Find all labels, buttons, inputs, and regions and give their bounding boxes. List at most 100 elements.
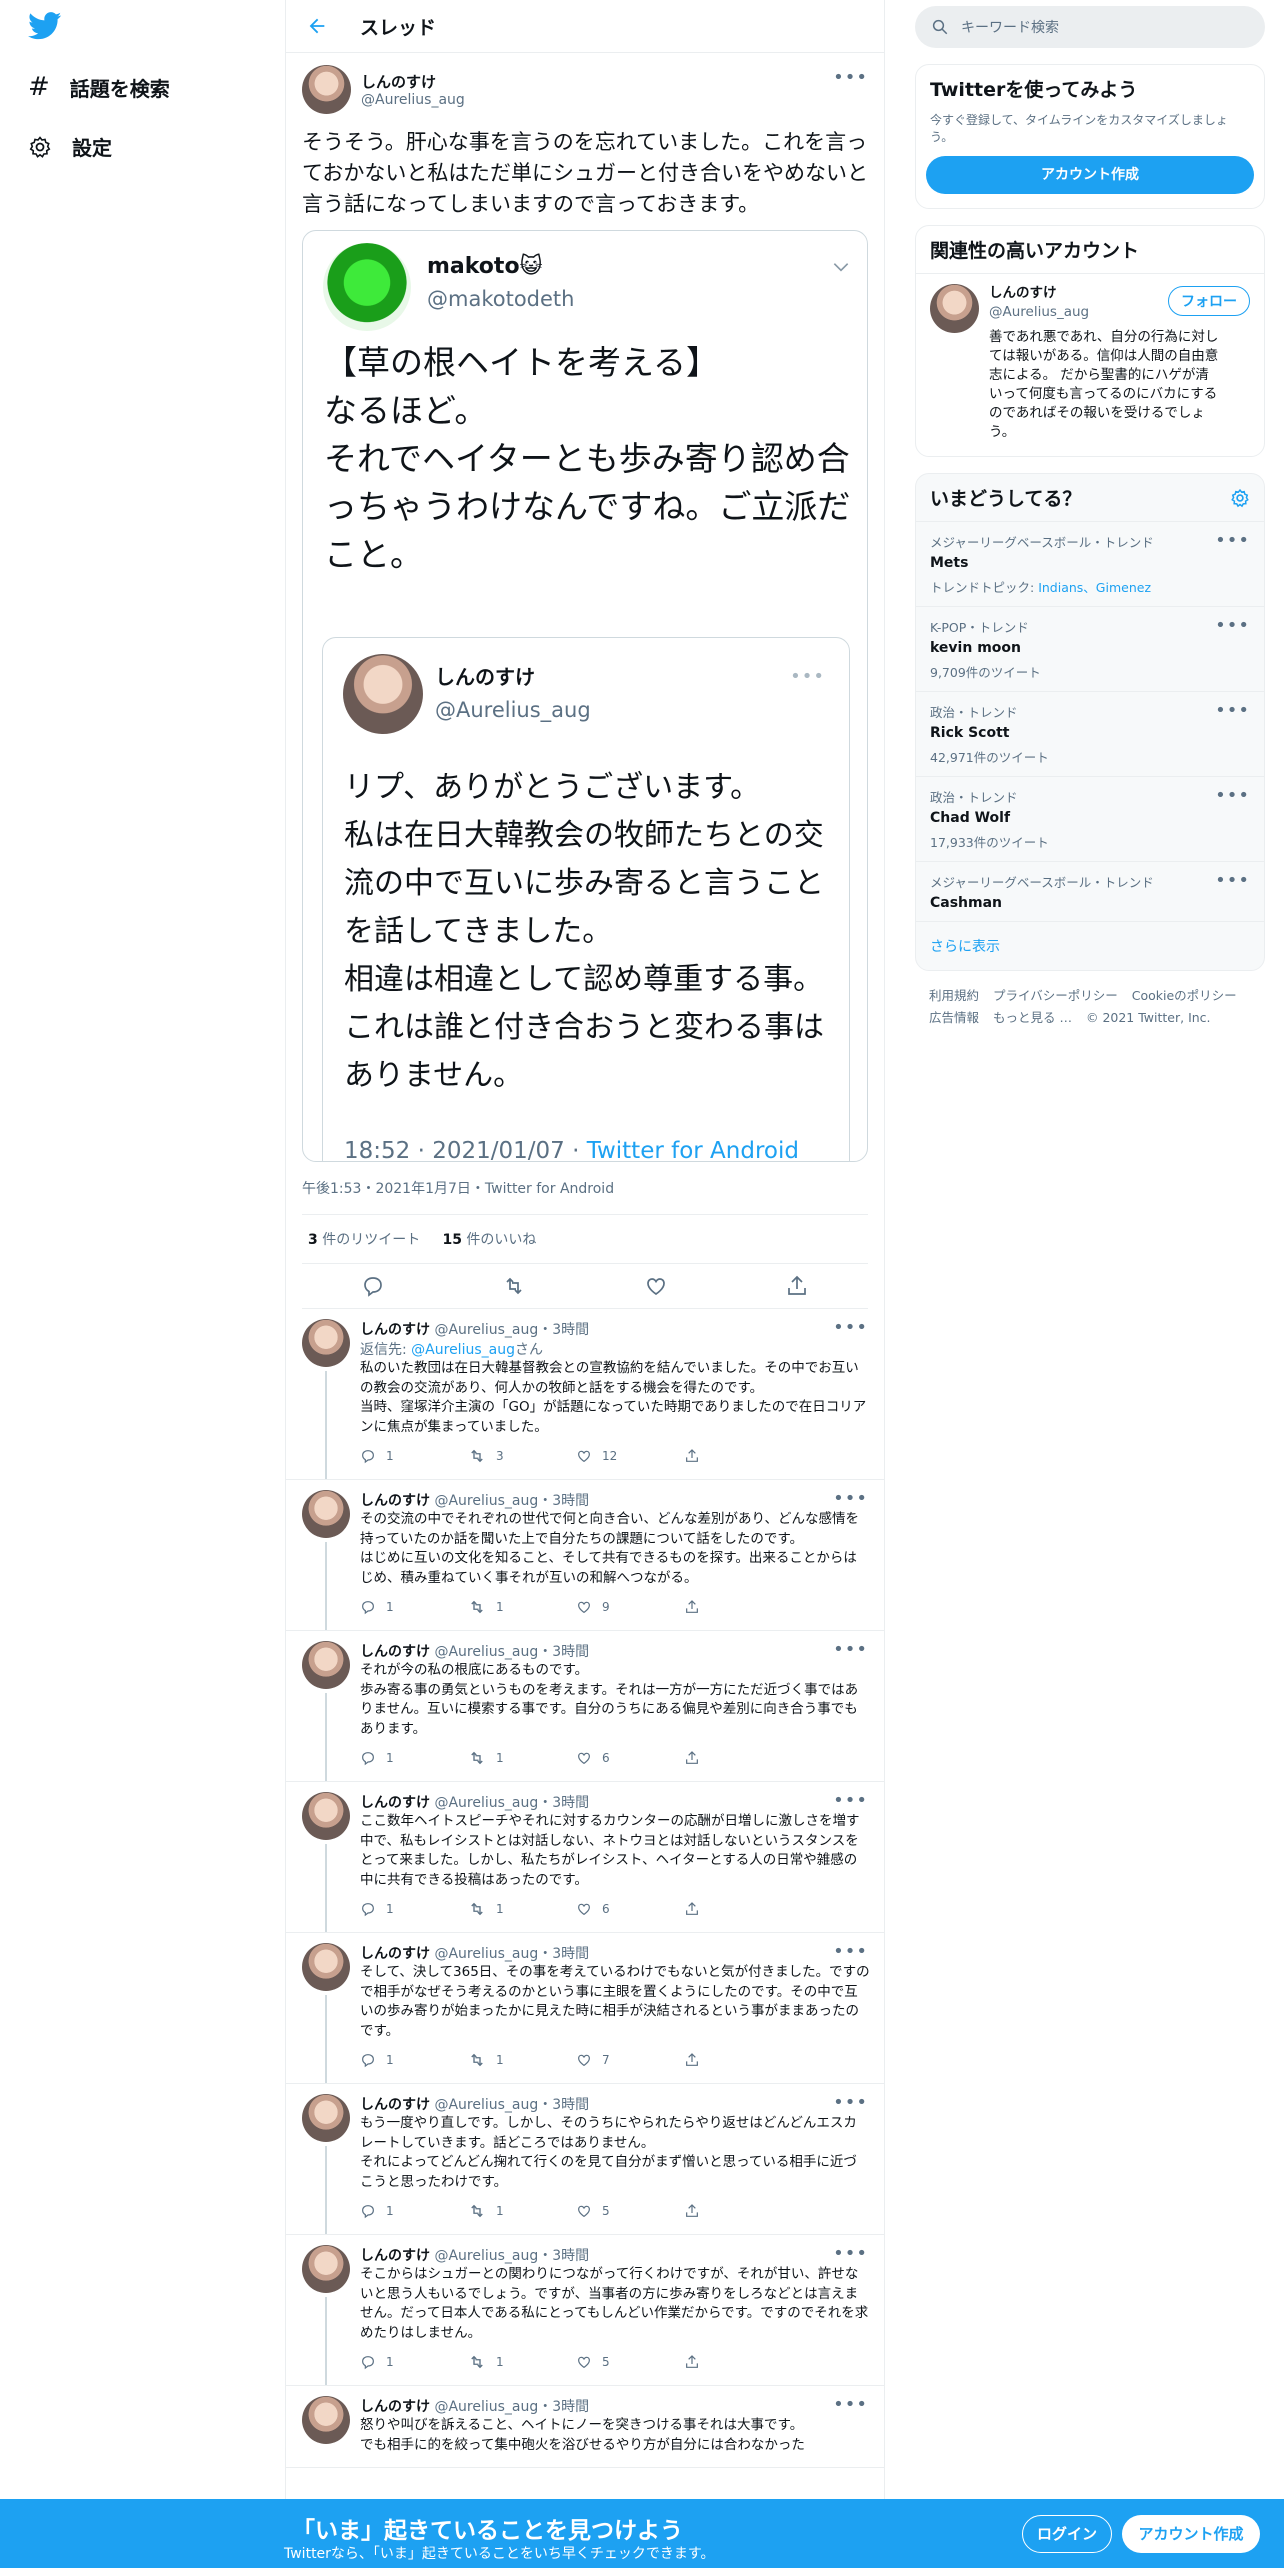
reply-author-name[interactable]: しんのすけ (360, 1946, 430, 1962)
share-button[interactable] (684, 2203, 792, 2219)
more-options-icon[interactable]: ••• (833, 2243, 868, 2264)
reply-tweet[interactable]: ••• しんのすけ @Aurelius_aug・3時間 ここ数年ヘイトスピーチやそれ… (286, 1782, 884, 1933)
reply-author-handle[interactable]: @Aurelius_aug (434, 1493, 538, 1509)
avatar[interactable] (302, 1641, 350, 1689)
share-button[interactable] (684, 1599, 792, 1615)
trend-item[interactable]: K-POP・トレンド kevin moon 9,709件のツイート ••• (916, 607, 1264, 692)
retweet-icon[interactable] (502, 1274, 526, 1298)
share-button[interactable] (684, 2354, 792, 2370)
retweet-button[interactable]: 1 (468, 1598, 576, 1616)
reply-button[interactable]: 1 (360, 2354, 468, 2370)
search-box[interactable]: キーワード検索 (915, 6, 1265, 48)
twitter-logo-icon[interactable] (28, 12, 62, 40)
share-button[interactable] (684, 1448, 792, 1464)
reply-tweet[interactable]: ••• しんのすけ @Aurelius_aug・3時間 それが今の私の根底にあるもの… (286, 1631, 884, 1782)
retweets-stat[interactable]: 3 件のリツイート (308, 1232, 420, 1248)
reply-tweet[interactable]: ••• しんのすけ @Aurelius_aug・3時間 もう一度やり直しです。しかし… (286, 2084, 884, 2235)
avatar[interactable] (302, 1792, 350, 1840)
reply-author-handle[interactable]: @Aurelius_aug (434, 1322, 538, 1338)
reply-author-handle[interactable]: @Aurelius_aug (434, 1644, 538, 1660)
more-options-icon[interactable]: ••• (833, 1639, 868, 1660)
reply-tweet[interactable]: ••• しんのすけ @Aurelius_aug・3時間 その交流の中でそれぞれの世代… (286, 1480, 884, 1631)
reply-time[interactable]: ・3時間 (538, 1795, 589, 1811)
privacy-link[interactable]: プライバシーポリシー (993, 988, 1118, 1003)
more-options-icon[interactable]: ••• (1215, 870, 1250, 891)
ads-link[interactable]: 広告情報 (929, 1010, 979, 1025)
reply-tweet[interactable]: ••• しんのすけ @Aurelius_aug・3時間 そこからはシュガーとの関わり… (286, 2235, 884, 2386)
avatar[interactable] (302, 1490, 350, 1538)
quoted-tweet[interactable]: makoto😺 @makotodeth 【草の根ヘイトを考える】 なるほど。 そ… (302, 230, 868, 1162)
cookie-link[interactable]: Cookieのポリシー (1132, 988, 1237, 1003)
reply-time[interactable]: ・3時間 (538, 1322, 589, 1338)
avatar[interactable] (302, 2396, 350, 2444)
signup-button[interactable]: アカウント作成 (1122, 2515, 1260, 2553)
like-button[interactable]: 12 (576, 1448, 684, 1464)
reply-time[interactable]: ・3時間 (538, 1946, 589, 1962)
avatar[interactable] (302, 64, 351, 114)
more-options-icon[interactable]: ••• (833, 1790, 868, 1811)
nav-settings[interactable]: 設定 (28, 132, 112, 161)
more-options-icon[interactable]: ••• (1215, 530, 1250, 551)
reply-author-name[interactable]: しんのすけ (360, 1644, 430, 1660)
login-button[interactable]: ログイン (1022, 2515, 1112, 2553)
reply-tweet[interactable]: ••• しんのすけ @Aurelius_aug・3時間 そして、決して365日、その… (286, 1933, 884, 2084)
reply-author-name[interactable]: しんのすけ (360, 2248, 430, 2264)
reply-time[interactable]: ・3時間 (538, 1644, 589, 1660)
more-options-icon[interactable]: ••• (833, 2394, 868, 2415)
create-account-button[interactable]: アカウント作成 (926, 156, 1254, 194)
trend-item[interactable]: メジャーリーグベースボール・トレンド Cashman ••• (916, 862, 1264, 922)
reply-author-name[interactable]: しんのすけ (360, 1493, 430, 1509)
avatar[interactable] (302, 2245, 350, 2293)
reply-button[interactable]: 1 (360, 1599, 468, 1615)
author-name[interactable]: しんのすけ (361, 71, 465, 92)
reply-time[interactable]: ・3時間 (538, 1493, 589, 1509)
share-button[interactable] (684, 1750, 792, 1766)
trend-item[interactable]: 政治・トレンド Rick Scott 42,971件のツイート ••• (916, 692, 1264, 777)
share-icon[interactable] (785, 1274, 809, 1298)
retweet-button[interactable]: 3 (468, 1447, 576, 1465)
reply-button[interactable]: 1 (360, 1901, 468, 1917)
reply-author-handle[interactable]: @Aurelius_aug (434, 2248, 538, 2264)
show-more-link[interactable]: さらに表示 (916, 922, 1264, 970)
trend-topic-links[interactable]: Indians、Gimenez (1038, 580, 1151, 595)
reply-author-handle[interactable]: @Aurelius_aug (434, 2097, 538, 2113)
reply-button[interactable]: 1 (360, 1750, 468, 1766)
reply-author-handle[interactable]: @Aurelius_aug (434, 2399, 538, 2415)
reply-time[interactable]: ・3時間 (538, 2248, 589, 2264)
avatar[interactable] (302, 1319, 350, 1367)
more-options-icon[interactable]: ••• (833, 1941, 868, 1962)
retweet-button[interactable]: 1 (468, 1900, 576, 1918)
reply-to-handle[interactable]: @Aurelius_aug (411, 1342, 515, 1358)
retweet-button[interactable]: 1 (468, 2051, 576, 2069)
reply-author-handle[interactable]: @Aurelius_aug (434, 1795, 538, 1811)
like-button[interactable]: 6 (576, 1901, 684, 1917)
reply-author-handle[interactable]: @Aurelius_aug (434, 1946, 538, 1962)
share-button[interactable] (684, 1901, 792, 1917)
more-options-icon[interactable]: ••• (833, 1317, 868, 1338)
like-icon[interactable] (644, 1274, 668, 1298)
likes-stat[interactable]: 15 件のいいね (442, 1232, 536, 1248)
more-options-icon[interactable]: ••• (833, 67, 868, 88)
like-button[interactable]: 7 (576, 2052, 684, 2068)
reply-time[interactable]: ・3時間 (538, 2097, 589, 2113)
reply-tweet[interactable]: ••• しんのすけ @Aurelius_aug・3時間 怒りや叫びを訴えること、ヘイ… (286, 2386, 884, 2468)
nav-explore[interactable]: # 話題を検索 (28, 72, 170, 102)
retweet-button[interactable]: 1 (468, 2353, 576, 2371)
avatar[interactable] (302, 2094, 350, 2142)
more-options-icon[interactable]: ••• (833, 2092, 868, 2113)
trend-item[interactable]: 政治・トレンド Chad Wolf 17,933件のツイート ••• (916, 777, 1264, 862)
back-arrow-icon[interactable] (306, 15, 328, 37)
reply-author-name[interactable]: しんのすけ (360, 1795, 430, 1811)
follow-button[interactable]: フォロー (1168, 286, 1250, 316)
like-button[interactable]: 6 (576, 1750, 684, 1766)
more-options-icon[interactable]: ••• (1215, 700, 1250, 721)
reply-button[interactable]: 1 (360, 2052, 468, 2068)
more-options-icon[interactable]: ••• (833, 1488, 868, 1509)
like-button[interactable]: 5 (576, 2203, 684, 2219)
reply-tweet[interactable]: ••• しんのすけ @Aurelius_aug・3時間 返信先: @Aurelius… (286, 1309, 884, 1480)
retweet-button[interactable]: 1 (468, 1749, 576, 1767)
like-button[interactable]: 5 (576, 2354, 684, 2370)
reply-author-name[interactable]: しんのすけ (360, 2097, 430, 2113)
retweet-button[interactable]: 1 (468, 2202, 576, 2220)
reply-time[interactable]: ・3時間 (538, 2399, 589, 2415)
